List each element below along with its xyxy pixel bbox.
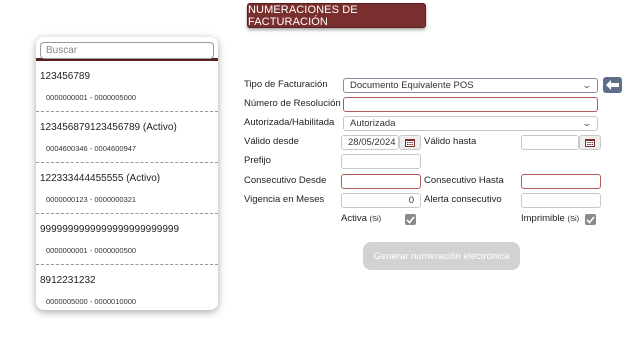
generar-numeracion-button[interactable]: Generar numeración electrónica (363, 242, 520, 270)
numeration-list-panel: 123456789 0000000001 - 0000005000 123456… (36, 37, 218, 310)
valido-desde-label: Válido desde (244, 136, 299, 147)
checkmark-icon (406, 215, 415, 224)
consecutivo-hasta-label: Consecutivo Hasta (424, 175, 504, 186)
imprimible-label: Imprimible (Si) (521, 213, 579, 224)
activa-label: Activa (Si) (341, 213, 381, 224)
search-bar (36, 37, 218, 61)
list-item-name: 123456879123456789 (Activo) (40, 122, 177, 133)
search-input[interactable] (40, 42, 214, 59)
calendar-icon (585, 139, 595, 147)
activa-si-text: (Si) (369, 214, 382, 223)
autorizada-select[interactable]: Autorizada ⌄ (343, 116, 598, 131)
chevron-down-icon: ⌄ (582, 118, 593, 128)
tipo-facturacion-select[interactable]: Documento Equivalente POS ⌄ (343, 78, 598, 93)
list-item-name: 8912231232 (40, 275, 96, 286)
list-item-name: 122333444455555 (Activo) (40, 173, 161, 184)
alerta-consecutivo-input[interactable] (521, 193, 601, 208)
imprimible-si-text: (Si) (567, 214, 580, 223)
autorizada-value: Autorizada (350, 118, 396, 129)
prefijo-label: Prefijo (244, 155, 271, 166)
valido-desde-calendar-button[interactable] (399, 135, 421, 150)
valido-hasta-label: Válido hasta (424, 136, 477, 147)
list-item-range: 0000000001 - 0000000500 (46, 246, 137, 255)
list-item[interactable]: 123456879123456789 (Activo) 0004600346 -… (36, 112, 218, 163)
imprimible-text: Imprimible (521, 213, 565, 224)
list-item[interactable]: 8912231232 0000005000 - 0000010000 (36, 265, 218, 310)
page-title-button[interactable]: NUMERACIONES DE FACTURACIÓN (247, 3, 426, 28)
list-item-range: 0000000123 - 0000000321 (46, 195, 137, 204)
consecutivo-desde-input[interactable] (341, 174, 421, 189)
vigencia-meses-input[interactable]: 0 (341, 193, 421, 208)
list-item[interactable]: 122333444455555 (Activo) 0000000123 - 00… (36, 163, 218, 214)
list-item-range: 0000000001 - 0000005000 (46, 93, 137, 102)
imprimible-checkbox[interactable] (585, 214, 596, 225)
vigencia-meses-label: Vigencia en Meses (244, 194, 325, 205)
list-item-name: 9999999999999999999999999 (40, 224, 180, 235)
chevron-down-icon: ⌄ (582, 80, 593, 90)
list-item[interactable]: 123456789 0000000001 - 0000005000 (36, 61, 218, 112)
list-item-range: 0000005000 - 0000010000 (46, 297, 137, 306)
tipo-facturacion-value: Documento Equivalente POS (350, 80, 474, 91)
tipo-facturacion-label: Tipo de Facturación (244, 79, 328, 90)
consecutivo-desde-label: Consecutivo Desde (244, 175, 327, 186)
numero-resolucion-input[interactable] (343, 97, 598, 112)
activa-checkbox[interactable] (405, 214, 416, 225)
consecutivo-hasta-input[interactable] (521, 174, 601, 189)
list-item[interactable]: 9999999999999999999999999 0000000001 - 0… (36, 214, 218, 265)
prefijo-input[interactable] (341, 154, 421, 169)
activa-text: Activa (341, 213, 367, 224)
valido-desde-input[interactable]: 28/05/2024 (341, 135, 399, 150)
alerta-consecutivo-label: Alerta consecutivo (424, 194, 502, 205)
list-item-name: 123456789 (40, 71, 91, 82)
valido-hasta-input[interactable] (521, 135, 579, 150)
valido-hasta-calendar-button[interactable] (579, 135, 601, 150)
back-button[interactable] (603, 77, 622, 93)
autorizada-label: Autorizada/Habilitada (244, 117, 335, 128)
checkmark-icon (586, 215, 595, 224)
calendar-icon (405, 139, 415, 147)
list-item-range: 0004600346 - 0004600947 (46, 144, 137, 153)
arrow-left-icon (606, 80, 619, 90)
numero-resolucion-label: Número de Resolución (244, 98, 341, 109)
